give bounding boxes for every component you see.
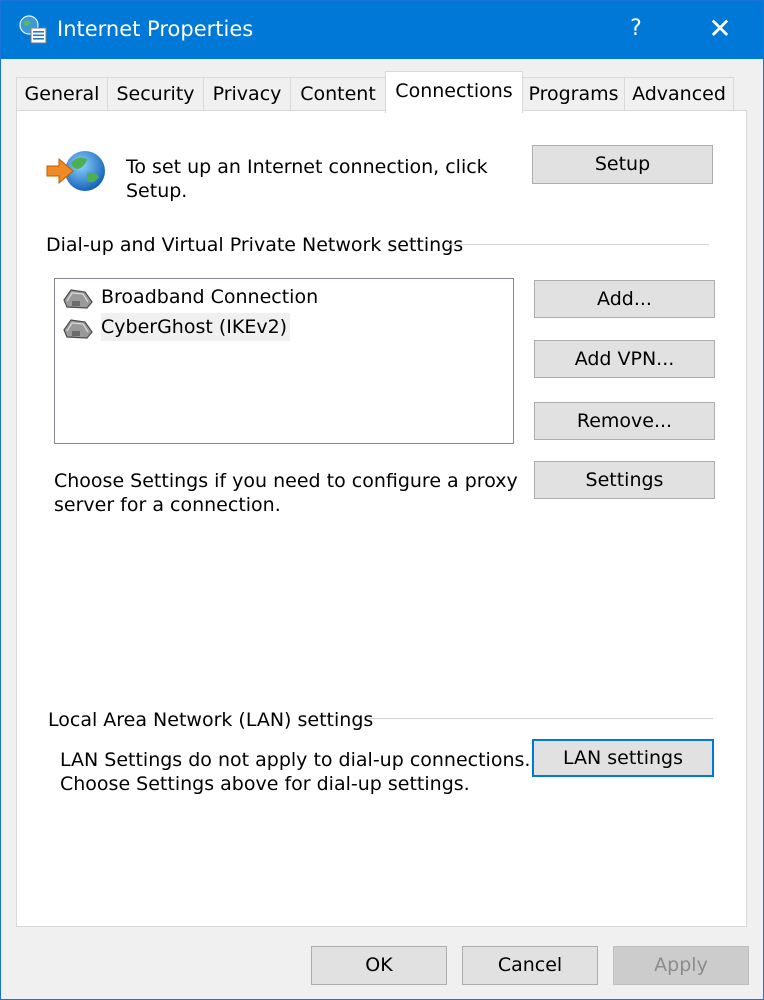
network-connection-icon [63, 289, 93, 309]
remove-button[interactable]: Remove... [534, 402, 715, 440]
tab-programs[interactable]: Programs [522, 77, 625, 111]
lan-settings-button[interactable]: LAN settings [532, 739, 714, 777]
lan-group-divider [369, 718, 713, 719]
apply-button[interactable]: Apply [613, 946, 749, 985]
tab-content[interactable]: Content [290, 77, 386, 111]
cancel-button[interactable]: Cancel [462, 946, 598, 985]
setup-description-line2: Setup. [126, 180, 188, 202]
lan-description-line2: Choose Settings above for dial-up settin… [60, 773, 470, 795]
tab-advanced[interactable]: Advanced [624, 77, 734, 111]
title-bar: Internet Properties ? ✕ [1, 1, 763, 59]
internet-connection-icon [46, 151, 105, 191]
tab-security[interactable]: Security [107, 77, 204, 111]
proxy-description-line1: Choose Settings if you need to configure… [54, 470, 518, 492]
tab-connections[interactable]: Connections [385, 71, 523, 113]
close-icon[interactable]: ✕ [689, 1, 751, 59]
connection-name: CyberGhost (IKEv2) [101, 313, 291, 341]
add-button[interactable]: Add... [534, 280, 715, 318]
internet-options-icon [19, 15, 47, 44]
lan-group-label: Local Area Network (LAN) settings [48, 709, 374, 731]
network-connection-icon [63, 319, 93, 339]
vpn-group-divider [447, 244, 709, 245]
vpn-group-label: Dial-up and Virtual Private Network sett… [46, 234, 464, 256]
settings-button[interactable]: Settings [534, 461, 715, 499]
window-title: Internet Properties [57, 17, 254, 41]
tab-general[interactable]: General [16, 77, 108, 111]
add-vpn-button[interactable]: Add VPN... [534, 340, 715, 378]
connections-listbox[interactable]: Broadband Connection CyberGhost (IKEv2) [54, 278, 514, 444]
internet-properties-window: Internet Properties ? ✕ General Security… [0, 0, 764, 1000]
connection-name: Broadband Connection [101, 286, 319, 308]
tab-privacy[interactable]: Privacy [203, 77, 291, 111]
setup-button[interactable]: Setup [532, 145, 713, 184]
connections-panel: To set up an Internet connection, click … [16, 110, 747, 927]
ok-button[interactable]: OK [311, 946, 447, 985]
proxy-description-line2: server for a connection. [54, 494, 281, 516]
lan-description-line1: LAN Settings do not apply to dial-up con… [60, 749, 531, 771]
help-button[interactable]: ? [605, 1, 667, 59]
setup-description-line1: To set up an Internet connection, click [126, 156, 488, 178]
